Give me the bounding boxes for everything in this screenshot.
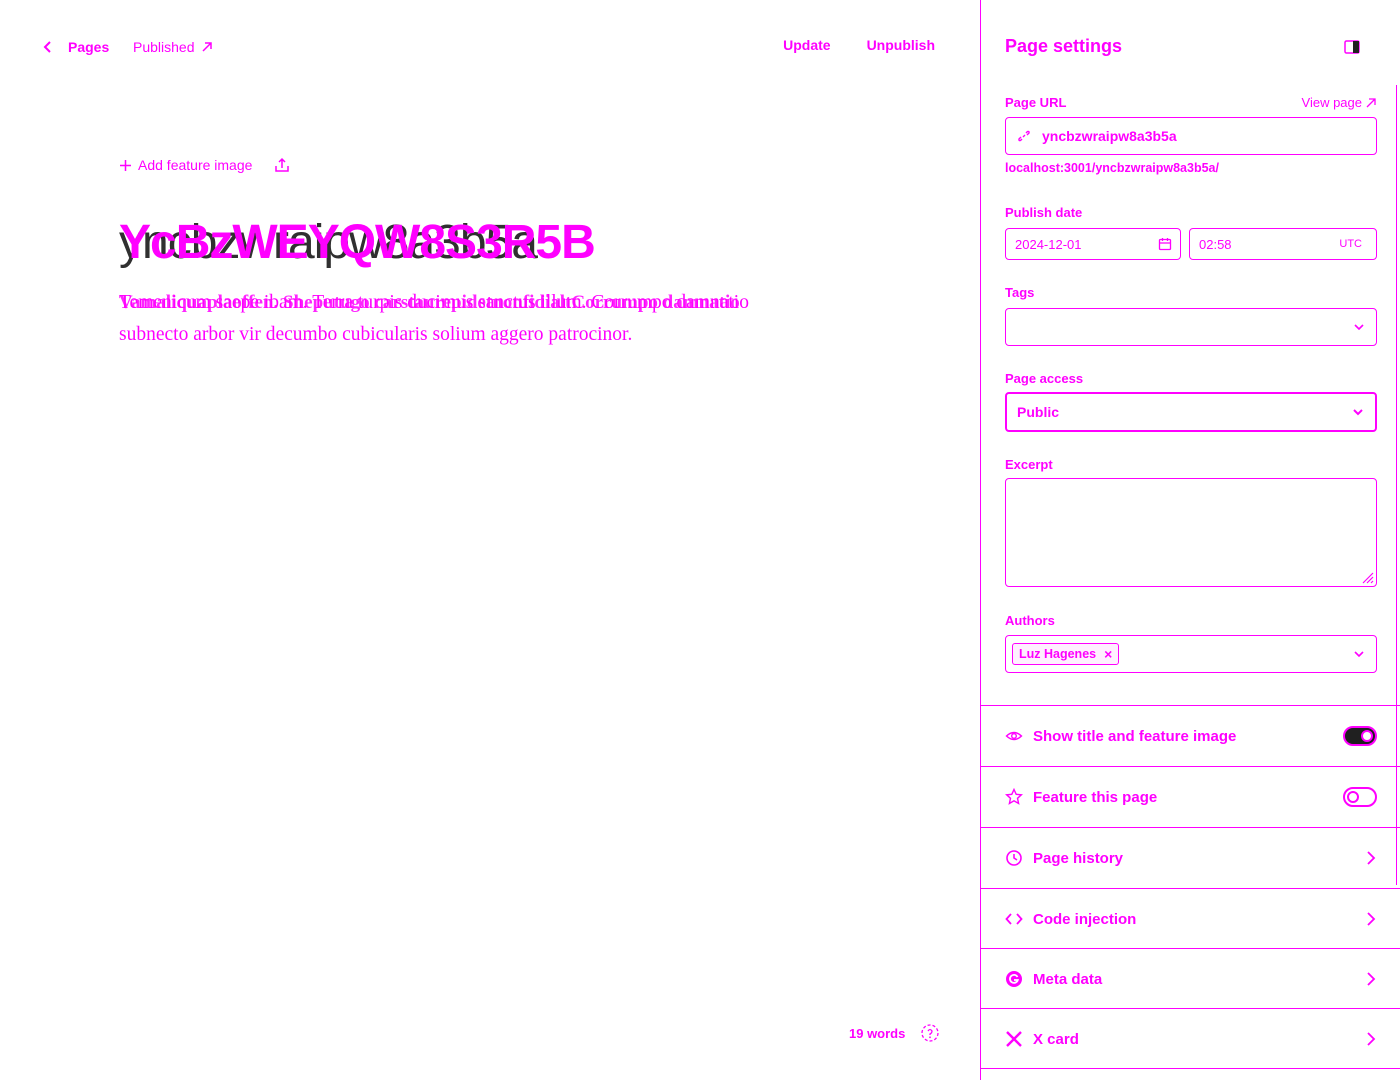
- sidebar-toggle-icon[interactable]: [1343, 38, 1361, 56]
- code-icon: [1005, 910, 1023, 928]
- page-access-select[interactable]: Public: [1005, 392, 1377, 432]
- chevron-right-icon: [1365, 849, 1377, 867]
- feature-page-row[interactable]: Feature this page: [981, 766, 1400, 827]
- show-title-feature-toggle[interactable]: [1343, 726, 1377, 746]
- excerpt-textarea[interactable]: [1005, 478, 1377, 587]
- feature-page-toggle[interactable]: [1343, 787, 1377, 807]
- code-injection-row[interactable]: Code injection: [981, 888, 1400, 949]
- editor-canvas: Pages Published Update Unpublish Add fea…: [0, 0, 980, 1080]
- panel-title: Page settings: [1005, 36, 1123, 56]
- chevron-right-icon: [1365, 910, 1377, 928]
- feature-page-label: Feature this page: [1033, 788, 1158, 806]
- authors-label: Authors: [1005, 613, 1055, 628]
- x-card-row[interactable]: X card: [981, 1008, 1400, 1069]
- chevron-down-icon: [1352, 647, 1366, 661]
- editor-topbar: Pages Published Update Unpublish: [0, 0, 980, 94]
- published-status-link[interactable]: Published: [133, 37, 213, 57]
- chevron-right-icon: [1365, 970, 1377, 988]
- page-access-value: Public: [1017, 404, 1060, 420]
- view-page-link[interactable]: View page: [1302, 95, 1376, 110]
- panel-header: Page settings: [981, 0, 1400, 85]
- page-url-input[interactable]: yncbzwraipw8a3b5a: [1005, 117, 1377, 155]
- authors-select[interactable]: Luz Hagenes ×: [1005, 635, 1377, 673]
- excerpt-label: Excerpt: [1005, 457, 1053, 472]
- chevron-down-icon: [1352, 320, 1366, 334]
- publish-time-value: 02:58: [1199, 236, 1232, 252]
- page-url-label: Page URL: [1005, 95, 1067, 110]
- external-link-icon: [1366, 97, 1376, 108]
- back-label: Pages: [68, 39, 110, 55]
- remove-author-icon[interactable]: ×: [1104, 646, 1112, 662]
- page-body-text: Temenicum saepe ibam. Terra turpis ducim…: [119, 292, 749, 345]
- editor-actions: Update Unpublish: [783, 37, 935, 57]
- unpublish-button[interactable]: Unpublish: [867, 37, 935, 57]
- publish-time-input[interactable]: 02:58 UTC: [1189, 228, 1377, 260]
- view-page-label: View page: [1301, 95, 1362, 110]
- external-link-icon: [201, 41, 213, 53]
- chevron-down-icon: [1351, 405, 1365, 419]
- x-card-label: X card: [1033, 1030, 1079, 1048]
- author-chip[interactable]: Luz Hagenes ×: [1012, 643, 1120, 665]
- chevron-right-icon: [1365, 1030, 1377, 1048]
- page-url-value: yncbzwraipw8a3b5a: [1042, 128, 1177, 144]
- word-count-label: 19 words: [849, 1025, 906, 1041]
- author-chip-label: Luz Hagenes: [1019, 647, 1097, 661]
- page-settings-panel: Page settings Page URL View page yncbzwr…: [980, 0, 1400, 1080]
- page-history-row[interactable]: Page history: [981, 827, 1400, 888]
- x-logo-icon: [1005, 1030, 1023, 1048]
- publish-date-value: 2024-12-01: [1015, 236, 1082, 252]
- meta-data-row[interactable]: Meta data: [981, 948, 1400, 1009]
- help-icon[interactable]: [921, 1024, 940, 1042]
- calendar-icon[interactable]: [1158, 237, 1172, 251]
- published-status-label: Published: [133, 39, 195, 55]
- upload-icon[interactable]: [274, 157, 290, 173]
- show-title-feature-row[interactable]: Show title and feature image: [981, 705, 1400, 766]
- page-url-hint: localhost:3001/yncbzwraipw8a3b5a/: [1005, 161, 1219, 175]
- tags-select[interactable]: [1005, 308, 1377, 346]
- page-title-overlay: YcBzWEYQW8S3R5B: [119, 216, 596, 269]
- tags-label: Tags: [1005, 285, 1035, 300]
- panel-divider: [981, 1068, 1400, 1069]
- feature-image-row: Add feature image: [119, 155, 290, 175]
- page-title-field[interactable]: yncbzwraipw8a3b5a YcBzWEYQW8S3R5B: [119, 212, 879, 274]
- eye-icon: [1005, 727, 1023, 745]
- publish-date-label: Publish date: [1005, 205, 1083, 220]
- meta-data-label: Meta data: [1033, 970, 1103, 988]
- code-injection-label: Code injection: [1033, 910, 1137, 928]
- add-feature-image-button[interactable]: Add feature image: [119, 157, 252, 173]
- back-to-pages-button[interactable]: Pages: [40, 37, 109, 57]
- update-button[interactable]: Update: [783, 37, 830, 57]
- page-history-label: Page history: [1033, 849, 1124, 867]
- show-title-feature-label: Show title and feature image: [1033, 727, 1237, 745]
- google-icon: [1005, 970, 1023, 988]
- history-icon: [1005, 849, 1023, 867]
- plus-icon: [119, 159, 132, 172]
- add-feature-image-label: Add feature image: [138, 157, 253, 173]
- publish-date-input[interactable]: 2024-12-01: [1005, 228, 1181, 260]
- word-count: 19 words: [849, 1023, 940, 1043]
- star-icon: [1005, 788, 1023, 806]
- chevron-left-icon: [40, 39, 56, 55]
- page-access-label: Page access: [1005, 371, 1084, 386]
- link-icon: [1016, 128, 1032, 144]
- resize-grip-icon[interactable]: [1360, 570, 1374, 584]
- timezone-label: UTC: [1339, 238, 1362, 250]
